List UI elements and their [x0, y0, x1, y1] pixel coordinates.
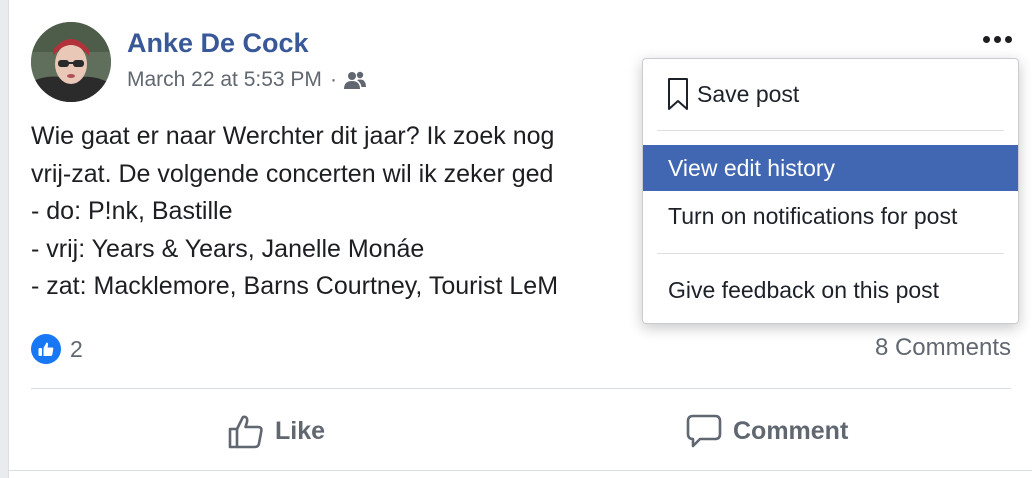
- menu-item-label: Turn on notifications for post: [668, 202, 958, 229]
- menu-separator: [657, 130, 1004, 131]
- menu-item-view-edit-history[interactable]: View edit history: [643, 145, 1018, 191]
- post-meta: March 22 at 5:53 PM ·: [127, 68, 367, 92]
- divider: [9, 470, 1032, 471]
- menu-item-turn-on-notifications[interactable]: Turn on notifications for post: [643, 193, 1018, 239]
- reactions-summary[interactable]: 2: [31, 333, 83, 365]
- comment-bubble-icon: [685, 412, 733, 450]
- like-reaction-icon: [31, 334, 61, 364]
- friends-icon[interactable]: [343, 70, 367, 90]
- post-text-line: Wie gaat er naar Werchter dit jaar? Ik z…: [31, 122, 555, 150]
- like-label: Like: [275, 416, 326, 445]
- menu-item-give-feedback[interactable]: Give feedback on this post: [643, 267, 1018, 313]
- post-options-menu: Save post View edit history Turn on noti…: [642, 58, 1019, 324]
- thumbs-up-icon: [227, 412, 275, 450]
- post-text-line: - vrij: Years & Years, Janelle Monáe: [31, 234, 425, 263]
- post-text-line: vrij-zat. De volgende concerten wil ik z…: [31, 159, 554, 188]
- reaction-count: 2: [70, 335, 83, 362]
- post-timestamp[interactable]: March 22 at 5:53 PM: [127, 68, 322, 92]
- avatar[interactable]: [31, 22, 111, 102]
- more-dot-icon: [1004, 35, 1012, 43]
- menu-item-save-post[interactable]: Save post: [643, 71, 1018, 117]
- menu-item-label: Save post: [697, 80, 800, 107]
- comments-count-link[interactable]: 8 Comments: [875, 334, 1011, 362]
- post-text-line: - zat: Macklemore, Barns Courtney, Touri…: [31, 272, 559, 300]
- more-dot-icon: [993, 35, 1001, 43]
- comment-label: Comment: [733, 416, 849, 445]
- like-button[interactable]: Like: [227, 404, 325, 458]
- post-text-line: - do: P!nk, Bastille: [31, 197, 233, 225]
- post-text: Wie gaat er naar Werchter dit jaar? Ik z…: [31, 118, 558, 306]
- comment-button[interactable]: Comment: [685, 404, 848, 458]
- divider: [31, 388, 1011, 389]
- bookmark-icon: [643, 77, 689, 111]
- author-name[interactable]: Anke De Cock: [127, 28, 309, 59]
- more-dot-icon: [982, 35, 990, 43]
- more-options-button[interactable]: [975, 26, 1019, 52]
- menu-item-label: View edit history: [668, 154, 836, 181]
- menu-separator: [657, 253, 1004, 254]
- menu-item-label: Give feedback on this post: [668, 276, 940, 303]
- meta-separator: ·: [329, 68, 337, 91]
